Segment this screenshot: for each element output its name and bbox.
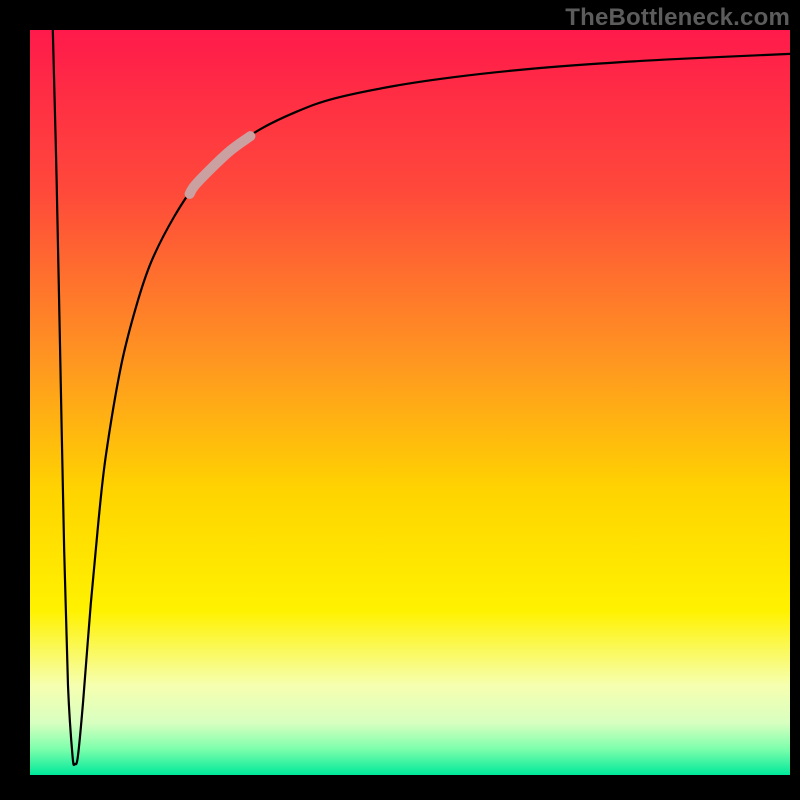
chart-canvas xyxy=(30,30,790,775)
watermark-text: TheBottleneck.com xyxy=(565,4,790,32)
plot-area xyxy=(30,30,790,775)
gradient-background xyxy=(30,30,790,775)
chart-frame: TheBottleneck.com xyxy=(0,0,800,800)
